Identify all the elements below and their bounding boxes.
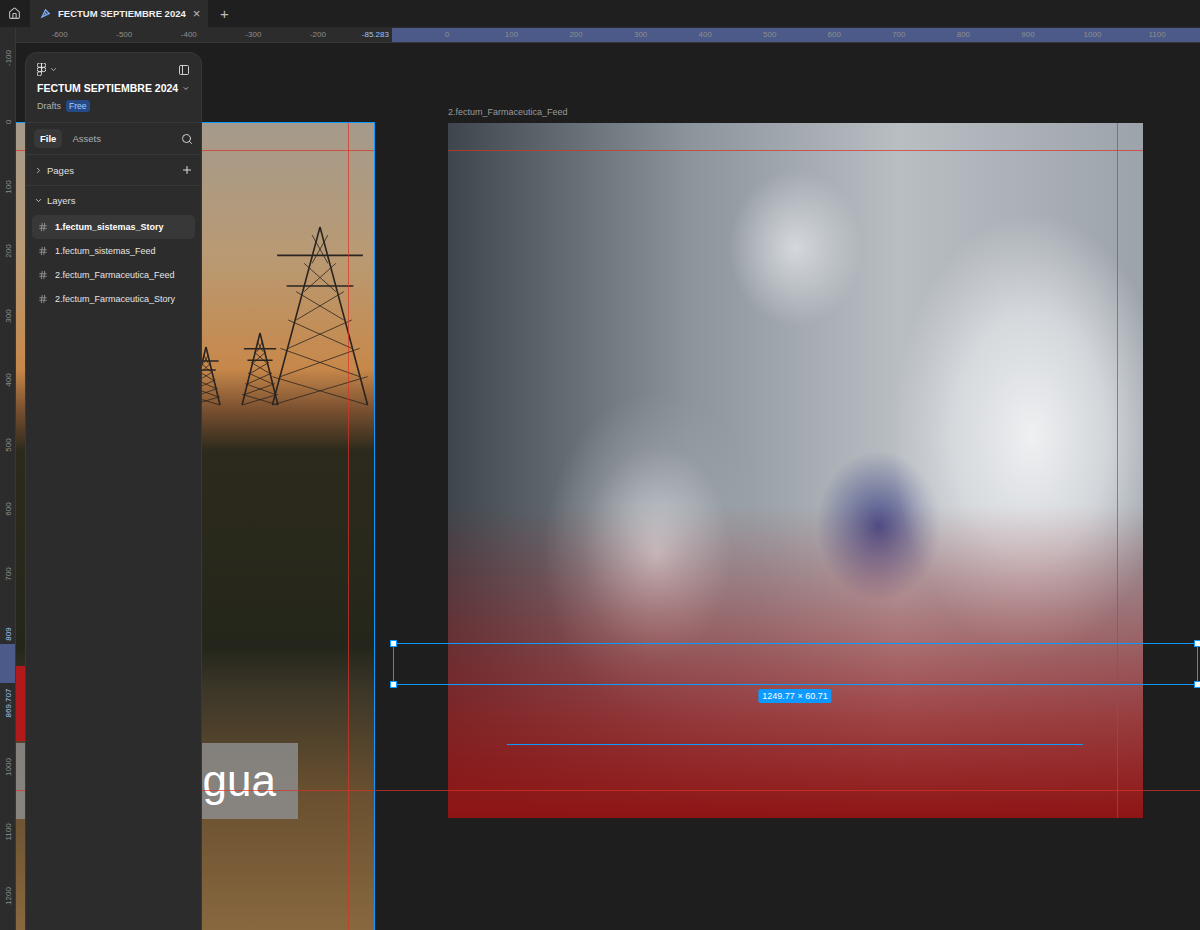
ruler-label: 900 [1021,30,1034,39]
ruler-label: 600 [4,502,13,515]
ruler-label: 400 [699,30,712,39]
ruler-label: 1000 [4,758,13,776]
layers-section[interactable]: Layers [26,186,201,215]
pages-section[interactable]: Pages [26,155,201,186]
ruler-label: 200 [4,244,13,257]
ruler-label: -300 [245,30,261,39]
resize-handle[interactable] [1194,640,1200,647]
ruler-label: 800 [957,30,970,39]
panel-header: FECTUM SEPTIEMBRE 2024 Drafts Free [26,53,201,123]
search-icon[interactable] [181,133,193,145]
layout-guide [348,123,349,930]
design-file-icon [40,8,51,19]
panel-tab[interactable]: File [34,129,62,148]
frame-icon [38,246,48,256]
layout-guide [448,150,1143,151]
layers-panel: FECTUM SEPTIEMBRE 2024 Drafts Free FileAsse… [25,52,202,930]
panel-tab[interactable]: Assets [66,129,107,148]
layout-guide [1117,123,1118,818]
ruler-label: 500 [4,438,13,451]
ruler-label: 300 [634,30,647,39]
feed-frame-photo[interactable] [448,123,1143,818]
ruler-label: 0 [445,30,449,39]
ruler-label: 1000 [1084,30,1102,39]
ruler-label: 0 [4,120,13,124]
caption-text: gua [203,757,276,805]
ruler-selection-band [0,644,15,683]
text-baseline [507,744,1083,745]
layer-item[interactable]: 2.fectum_Farmaceutica_Story [32,287,195,311]
ruler-label: 300 [4,309,13,322]
ruler-label: 869.707 [4,688,13,717]
home-button[interactable] [0,0,28,28]
ruler-label: 809 [4,627,13,640]
main-menu-button[interactable] [37,63,58,76]
ruler-label: 200 [569,30,582,39]
layer-item[interactable]: 1.fectum_sistemas_Story [32,215,195,239]
resize-handle[interactable] [1194,681,1200,688]
layer-list: 1.fectum_sistemas_Story1.fectum_sistemas… [26,215,201,311]
ruler-label: 1200 [4,887,13,905]
file-tab[interactable]: FECTUM SEPTIEMBRE 2024 × [30,0,208,28]
frame-icon [38,222,48,232]
figma-logo-icon [37,63,46,76]
size-badge: 1249.77 × 60.71 [758,689,831,703]
frame-icon [38,294,48,304]
pylon-icon [242,333,278,405]
location-label[interactable]: Drafts [37,101,61,111]
add-page-icon[interactable] [181,164,193,176]
pylon-icon [272,227,367,405]
chevron-down-icon [49,65,58,74]
toggle-sidebar-icon[interactable] [178,64,190,76]
ruler-label: -500 [116,30,132,39]
top-ruler[interactable]: -600 -500 -400 -300 -200 -85.283 0 100 200 300 400… [16,28,1200,43]
ruler-label: 700 [892,30,905,39]
ruler-label: 1100 [4,823,13,840]
selection-box[interactable] [393,643,1198,685]
ruler-label: 500 [763,30,776,39]
chevron-right-icon [34,166,43,175]
file-location: Drafts Free [37,100,190,112]
resize-handle[interactable] [390,681,397,688]
ruler-label: -400 [181,30,197,39]
layer-item[interactable]: 2.fectum_Farmaceutica_Feed [32,263,195,287]
tab-close-button[interactable]: × [193,6,201,21]
resize-handle[interactable] [390,640,397,647]
ruler-label: 100 [4,180,13,193]
home-icon [8,7,21,20]
tab-bar: FECTUM SEPTIEMBRE 2024 × + [0,0,1200,28]
workspace: -100 0 100 200 300 400 500 600 700 809 869.707 1000… [0,43,1200,930]
ruler-label: 1100 [1148,30,1165,39]
tab-label: FECTUM SEPTIEMBRE 2024 [58,8,186,19]
layer-item[interactable]: 1.fectum_sistemas_Feed [32,239,195,263]
left-ruler[interactable]: -100 0 100 200 300 400 500 600 700 809 869.707 1000… [0,43,16,930]
ruler-label: -100 [4,49,13,65]
ruler-label: -85.283 [362,30,389,39]
ruler-label: -200 [310,30,326,39]
ruler-corner [0,28,16,43]
chevron-down-icon [182,84,190,93]
figma-window: FECTUM SEPTIEMBRE 2024 × + -600 -500 -400 -300… [0,0,1200,930]
ruler-label: -600 [52,30,68,39]
chevron-down-icon [34,196,43,205]
plan-badge: Free [66,100,89,112]
panel-top-row [37,63,190,76]
ruler-row: -600 -500 -400 -300 -200 -85.283 0 100 200 300 400… [0,28,1200,43]
ruler-label: 700 [4,567,13,580]
add-tab-button[interactable]: + [210,0,238,28]
ruler-label: 400 [4,373,13,386]
frame-label[interactable]: 2.fectum_Farmaceutica_Feed [448,107,568,117]
panel-tabs: FileAssets [26,123,201,155]
frame-icon [38,270,48,280]
file-name[interactable]: FECTUM SEPTIEMBRE 2024 [37,82,190,94]
ruler-label: 100 [505,30,518,39]
ruler-label: 600 [828,30,841,39]
